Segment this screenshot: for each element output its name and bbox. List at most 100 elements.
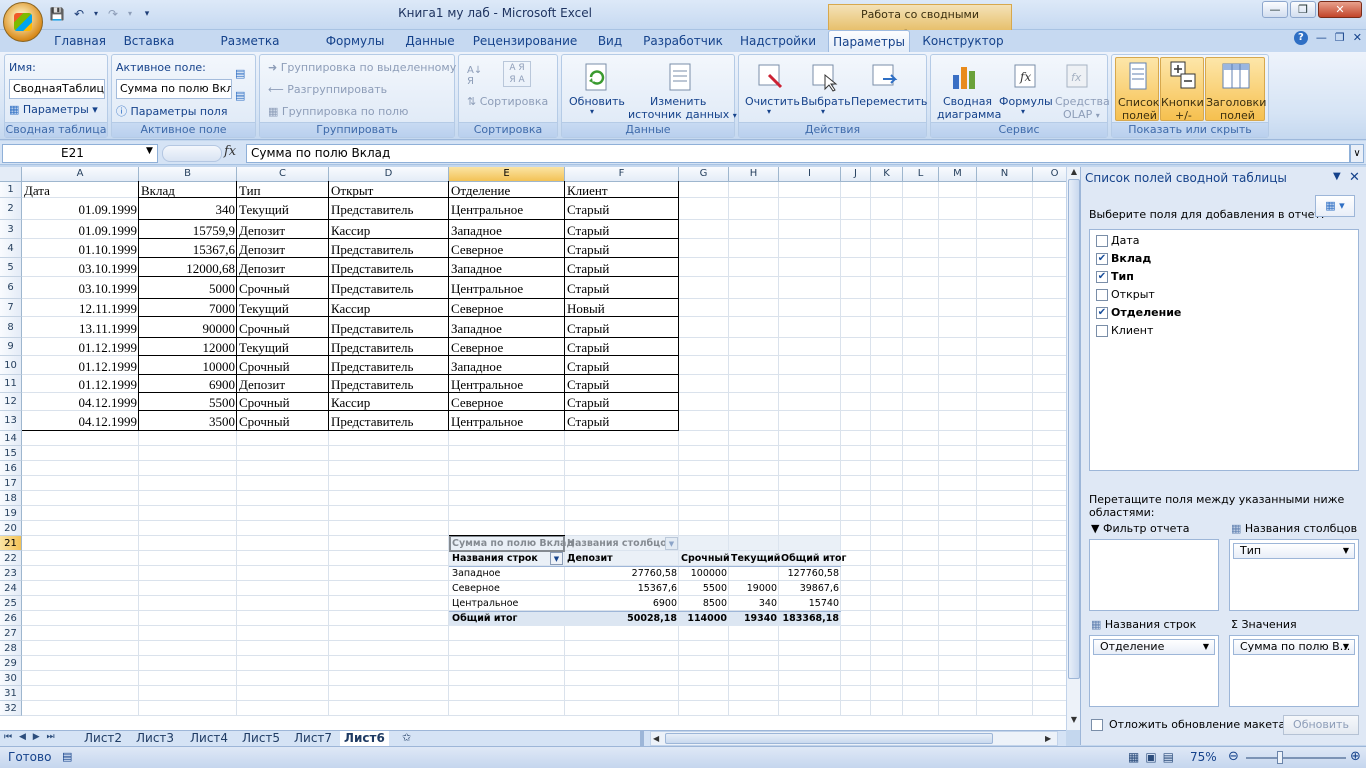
clear-icon[interactable] bbox=[755, 61, 787, 93]
sheet-tab-Лист3[interactable]: Лист3 bbox=[132, 731, 178, 747]
column-header-H[interactable]: H bbox=[729, 167, 779, 182]
select-button[interactable]: Выбрать bbox=[801, 95, 851, 108]
row-header-28[interactable]: 28 bbox=[0, 641, 22, 656]
row-header-10[interactable]: 10 bbox=[0, 356, 22, 375]
row-header-27[interactable]: 27 bbox=[0, 626, 22, 641]
row-header-23[interactable]: 23 bbox=[0, 566, 22, 581]
tab-9[interactable]: Надстройки bbox=[736, 30, 820, 52]
row-field-chip[interactable]: Отделение ▼ bbox=[1093, 639, 1215, 655]
sort-dialog-icon[interactable]: А ЯЯ А bbox=[503, 61, 531, 87]
redo-dropdown-icon[interactable]: ▾ bbox=[126, 6, 134, 22]
zoom-slider-thumb[interactable] bbox=[1277, 751, 1283, 764]
row-header-15[interactable]: 15 bbox=[0, 446, 22, 461]
sheet-nav-icons[interactable]: ⏮ ◀ ▶ ⏭ bbox=[4, 732, 57, 742]
zoom-in-icon[interactable]: ⊕ bbox=[1350, 749, 1361, 764]
column-header-A[interactable]: A bbox=[22, 167, 139, 182]
defer-update-checkbox[interactable]: Отложить обновление макета bbox=[1091, 718, 1285, 731]
row-header-26[interactable]: 26 bbox=[0, 611, 22, 626]
name-box[interactable]: E21 bbox=[2, 144, 158, 163]
doc-close-icon[interactable]: ✕ bbox=[1353, 31, 1362, 45]
move-icon[interactable] bbox=[869, 61, 901, 93]
row-labels-area[interactable]: Отделение ▼ bbox=[1089, 635, 1219, 707]
field-item-4[interactable]: Открыт bbox=[1096, 288, 1155, 301]
refresh-icon[interactable] bbox=[580, 61, 612, 93]
row-header-5[interactable]: 5 bbox=[0, 258, 22, 277]
pivot-name-input[interactable]: СводнаяТаблица1 bbox=[9, 79, 105, 99]
ungroup-button[interactable]: ⟵ Разгруппировать bbox=[268, 83, 387, 96]
field-checkbox[interactable]: ✔ bbox=[1096, 270, 1108, 283]
row-header-22[interactable]: 22 bbox=[0, 551, 22, 566]
undo-dropdown-icon[interactable]: ▾ bbox=[92, 6, 100, 22]
scroll-up-icon[interactable]: ▲ bbox=[1068, 167, 1080, 177]
scroll-thumb[interactable] bbox=[1068, 179, 1080, 679]
field-settings-button[interactable]: ⓘ Параметры поля bbox=[116, 103, 227, 119]
row-header-20[interactable]: 20 bbox=[0, 521, 22, 536]
tab-2[interactable]: Вставка bbox=[120, 30, 178, 52]
active-field-input[interactable]: Сумма по полю Вклад bbox=[116, 79, 232, 99]
row-header-29[interactable]: 29 bbox=[0, 656, 22, 671]
horizontal-scroll-thumb[interactable] bbox=[665, 733, 993, 744]
close-icon[interactable]: ✕ bbox=[1318, 1, 1362, 18]
sheet-tab-Лист2[interactable]: Лист2 bbox=[80, 731, 126, 747]
row-header-12[interactable]: 12 bbox=[0, 393, 22, 411]
field-item-3[interactable]: ✔ Тип bbox=[1096, 270, 1134, 283]
formulas-icon[interactable]: fx bbox=[1009, 61, 1041, 93]
save-icon[interactable]: 💾 bbox=[48, 6, 66, 22]
row-header-24[interactable]: 24 bbox=[0, 581, 22, 596]
row-header-14[interactable]: 14 bbox=[0, 431, 22, 446]
field-checkbox[interactable]: ✔ bbox=[1096, 306, 1108, 319]
vertical-scrollbar[interactable]: ▲ ▼ bbox=[1066, 167, 1080, 730]
expand-formula-icon[interactable]: ∨ bbox=[1350, 144, 1364, 163]
field-item-2[interactable]: ✔ Вклад bbox=[1096, 252, 1151, 265]
clear-button[interactable]: Очистить bbox=[745, 95, 800, 108]
select-icon[interactable] bbox=[809, 61, 841, 93]
headers-toggle[interactable]: Заголовки полей bbox=[1205, 57, 1266, 122]
row-header-1[interactable]: 1 bbox=[0, 182, 22, 198]
tab-6[interactable]: Рецензирование bbox=[470, 30, 580, 52]
row-header-30[interactable]: 30 bbox=[0, 671, 22, 686]
tab-5[interactable]: Данные bbox=[398, 30, 462, 52]
sheet-tab-Лист7[interactable]: Лист7 bbox=[290, 731, 336, 747]
redo-icon[interactable]: ↷ bbox=[104, 6, 122, 22]
zoom-out-icon[interactable]: ⊖ bbox=[1228, 749, 1239, 764]
column-header-L[interactable]: L bbox=[903, 167, 939, 182]
undo-icon[interactable]: ↶ bbox=[70, 6, 88, 22]
report-filter-area[interactable] bbox=[1089, 539, 1219, 611]
row-header-9[interactable]: 9 bbox=[0, 338, 22, 356]
row-header-8[interactable]: 8 bbox=[0, 317, 22, 338]
field-item-1[interactable]: Дата bbox=[1096, 234, 1139, 247]
view-buttons[interactable]: ▦▣▤ bbox=[1128, 750, 1180, 764]
change-source-icon[interactable] bbox=[664, 61, 696, 93]
tab-3[interactable]: Разметка страницы bbox=[190, 30, 310, 66]
defer-checkbox-box[interactable] bbox=[1091, 718, 1103, 731]
pivot-row-filter-icon[interactable]: ▼ bbox=[550, 552, 563, 565]
field-checkbox[interactable]: ✔ bbox=[1096, 252, 1108, 265]
row-header-4[interactable]: 4 bbox=[0, 239, 22, 258]
row-header-6[interactable]: 6 bbox=[0, 277, 22, 299]
column-header-M[interactable]: M bbox=[939, 167, 977, 182]
minimize-icon[interactable]: — bbox=[1262, 1, 1288, 18]
macro-record-icon[interactable]: ▤ bbox=[62, 750, 72, 763]
scroll-down-icon[interactable]: ▼ bbox=[1068, 715, 1080, 725]
column-header-B[interactable]: B bbox=[139, 167, 237, 182]
tab-4[interactable]: Формулы bbox=[320, 30, 390, 52]
collapse-field-icon[interactable]: ▤ bbox=[235, 89, 245, 102]
clear-dropdown-icon[interactable]: ▾ bbox=[767, 107, 771, 116]
pivot-chart-label-1[interactable]: Сводная bbox=[943, 95, 992, 108]
column-labels-area[interactable]: Тип ▼ bbox=[1229, 539, 1359, 611]
panel-close-icon[interactable]: ✕ bbox=[1349, 170, 1360, 185]
office-button[interactable] bbox=[3, 2, 43, 42]
tab-8[interactable]: Разработчик bbox=[640, 30, 726, 52]
tab-7[interactable]: Вид bbox=[588, 30, 632, 52]
zoom-level[interactable]: 75% bbox=[1190, 750, 1217, 764]
horizontal-scrollbar[interactable]: ◀ ▶ bbox=[650, 731, 1058, 746]
column-header-G[interactable]: G bbox=[679, 167, 729, 182]
formulas-button[interactable]: Формулы bbox=[999, 95, 1053, 108]
tab-10[interactable]: Параметры bbox=[828, 30, 910, 52]
row-header-32[interactable]: 32 bbox=[0, 701, 22, 716]
column-header-D[interactable]: D bbox=[329, 167, 449, 182]
column-header-F[interactable]: F bbox=[565, 167, 679, 182]
sort-button[interactable]: ⇅ Сортировка bbox=[467, 95, 548, 108]
doc-restore-icon[interactable]: ❐ bbox=[1335, 31, 1345, 45]
field-item-6[interactable]: Клиент bbox=[1096, 324, 1153, 337]
